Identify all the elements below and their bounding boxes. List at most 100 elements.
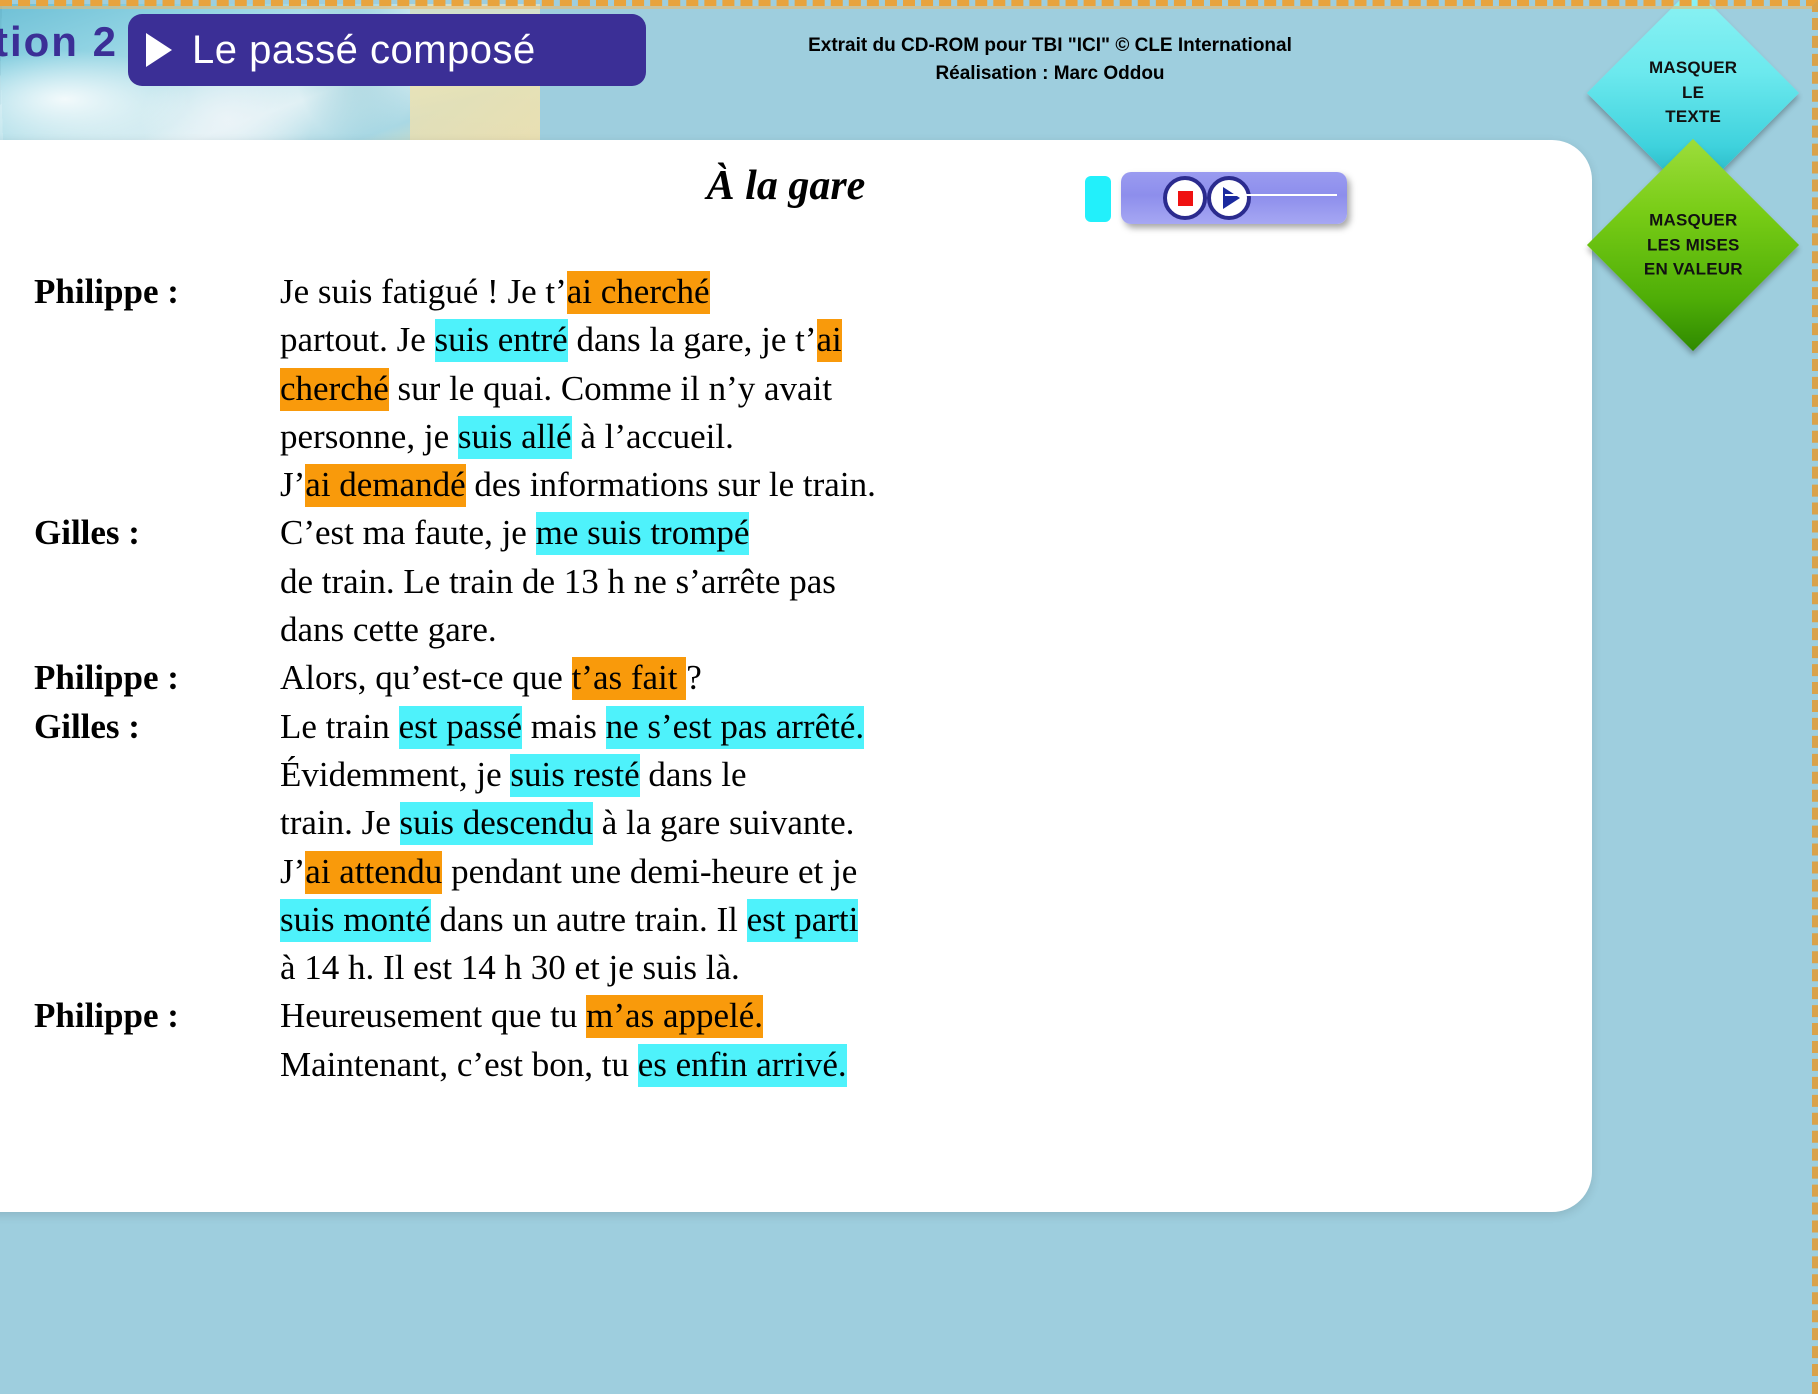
hide-text-line-1: MASQUER bbox=[1648, 58, 1738, 78]
dialogue-line: Alors, qu’est-ce que t’as fait ? bbox=[280, 654, 1592, 702]
hide-highlights-line-3: EN VALEUR bbox=[1643, 259, 1743, 279]
hide-text-line-2: LE bbox=[1681, 82, 1705, 102]
plain-text: Je suis fatigué ! Je t’ bbox=[280, 272, 567, 311]
plain-text: Évidemment, je bbox=[280, 754, 511, 794]
plain-text: Alors, qu’est-ce que bbox=[280, 658, 572, 698]
highlight-etre-verb[interactable]: suis monté bbox=[280, 898, 431, 942]
document-card: À la gare Philippe : Je suis fatigué ! Je… bbox=[0, 140, 1592, 1212]
dialogue-line: J’ai demandé des informations sur le tra… bbox=[280, 461, 1592, 509]
lesson-title-label: Le passé composé bbox=[192, 27, 536, 72]
lesson-title-pill: Le passé composé bbox=[128, 14, 646, 86]
plain-text: partout. Je bbox=[280, 320, 435, 360]
credit-line-source: Extrait du CD-ROM pour TBI "ICI" © CLE I… bbox=[808, 35, 1292, 56]
highlight-etre-verb[interactable]: suis descendu bbox=[399, 802, 593, 846]
plain-text: de train. Le train de 13 h ne s’arrête p… bbox=[280, 561, 836, 601]
hide-text-line-3: TEXTE bbox=[1665, 107, 1721, 127]
plain-text: des informations sur le train. bbox=[465, 465, 876, 505]
highlight-avoir-verb[interactable]: ai cherché bbox=[566, 271, 710, 314]
speaker-label: Gilles : bbox=[34, 706, 140, 746]
stop-icon bbox=[1177, 190, 1193, 206]
speaker-label: Philippe : bbox=[34, 996, 179, 1036]
dialogue-line: partout. Je suis entré dans la gare, je … bbox=[280, 316, 1592, 364]
plain-text: C’est ma faute, je bbox=[280, 513, 536, 553]
dialogue-line: dans cette gare. bbox=[280, 606, 1592, 654]
play-icon bbox=[1223, 187, 1240, 209]
dialogue-line: de train. Le train de 13 h ne s’arrête p… bbox=[280, 558, 1592, 606]
dialogue-turn: Philippe : Je suis fatigué ! Je t’ai cher… bbox=[0, 268, 1592, 509]
dialogue-turn: Gilles : Le train est passé mais ne s’est… bbox=[0, 703, 1592, 993]
highlight-avoir-verb[interactable]: m’as appelé. bbox=[586, 995, 764, 1039]
dialogue-line: suis monté dans un autre train. Il est p… bbox=[280, 896, 1592, 944]
turn-text: Alors, qu’est-ce que t’as fait ? bbox=[280, 654, 1592, 702]
credits-block: Extrait du CD-ROM pour TBI "ICI" © CLE I… bbox=[700, 32, 1400, 87]
plain-text: ? bbox=[686, 658, 702, 698]
plain-text: à la gare suivante. bbox=[593, 803, 855, 843]
dialogue-turn: Philippe : Heureusement que tu m’as appel… bbox=[0, 992, 1592, 1089]
stop-button[interactable] bbox=[1163, 176, 1207, 220]
dialogue-line: à 14 h. Il est 14 h 30 et je suis là. bbox=[280, 944, 1592, 992]
dialogue-line: Heureusement que tu m’as appelé. bbox=[280, 992, 1592, 1040]
audio-player-tab[interactable] bbox=[1085, 176, 1111, 222]
plain-text: J’ bbox=[280, 851, 306, 891]
plain-text: dans cette gare. bbox=[280, 610, 497, 650]
play-triangle-icon bbox=[146, 33, 172, 67]
dialogue-line: Je suis fatigué ! Je t’ai cherché bbox=[280, 268, 1592, 316]
highlight-etre-verb[interactable]: ne s’est pas arrêté. bbox=[605, 705, 865, 749]
highlight-avoir-verb[interactable]: ai bbox=[816, 319, 842, 363]
turn-text: Le train est passé mais ne s’est pas arr… bbox=[280, 703, 1592, 993]
turn-text: C’est ma faute, je me suis trompé de trai… bbox=[280, 509, 1592, 654]
plain-text: à l’accueil. bbox=[571, 416, 734, 456]
plain-text: J’ bbox=[280, 465, 306, 505]
highlight-etre-verb[interactable]: est passé bbox=[398, 705, 523, 749]
dialogue-line: J’ai attendu pendant une demi-heure et j… bbox=[280, 848, 1592, 896]
highlight-etre-verb[interactable]: es enfin arrivé. bbox=[637, 1043, 847, 1087]
highlight-etre-verb[interactable]: suis entré bbox=[434, 319, 568, 363]
plain-text: personne, je bbox=[280, 416, 458, 456]
highlight-avoir-verb[interactable]: ai demandé bbox=[305, 464, 466, 508]
dialogue-line: Évidemment, je suis resté dans le bbox=[280, 751, 1592, 799]
highlight-avoir-verb[interactable]: ai attendu bbox=[305, 850, 443, 894]
highlight-avoir-verb[interactable]: t’as fait bbox=[571, 657, 687, 701]
hide-highlights-button-label: MASQUER LES MISES EN VALEUR bbox=[1644, 208, 1743, 282]
hide-highlights-button[interactable]: MASQUER LES MISES EN VALEUR bbox=[1586, 138, 1800, 352]
credit-line-author: Réalisation : Marc Oddou bbox=[935, 62, 1165, 84]
dialogue-turn: Philippe : Alors, qu’est-ce que t’as fait… bbox=[0, 654, 1592, 702]
plain-text: dans le bbox=[639, 754, 747, 794]
highlight-etre-verb[interactable]: me suis trompé bbox=[535, 512, 750, 556]
highlight-avoir-verb[interactable]: cherché bbox=[280, 367, 389, 411]
plain-text: Maintenant, c’est bon, tu bbox=[280, 1044, 638, 1084]
speaker-label: Philippe : bbox=[34, 272, 179, 311]
turn-text: Je suis fatigué ! Je t’ai cherché partout… bbox=[280, 268, 1592, 509]
document-title: À la gare bbox=[706, 163, 866, 209]
highlight-etre-verb[interactable]: suis allé bbox=[457, 415, 572, 459]
plain-text: Le train bbox=[280, 706, 399, 746]
speaker-label: Philippe : bbox=[34, 658, 179, 698]
highlight-etre-verb[interactable]: suis resté bbox=[510, 753, 640, 797]
dialogue-line: cherché sur le quai. Comme il n’y avait bbox=[280, 365, 1592, 413]
turn-text: Heureusement que tu m’as appelé. Maintena… bbox=[280, 992, 1592, 1089]
dialogue-line: Maintenant, c’est bon, tu es enfin arriv… bbox=[280, 1041, 1592, 1089]
hide-text-button-label: MASQUER LE TEXTE bbox=[1649, 56, 1737, 130]
hide-highlights-line-2: LES MISES bbox=[1646, 234, 1740, 254]
hide-highlights-line-1: MASQUER bbox=[1648, 210, 1738, 230]
plain-text: mais bbox=[522, 706, 606, 746]
dialogue-line: train. Je suis descendu à la gare suivan… bbox=[280, 799, 1592, 847]
dialogue-line: C’est ma faute, je me suis trompé bbox=[280, 509, 1592, 557]
lesson-number: tion 2 bbox=[0, 18, 118, 65]
dialogue-transcript: Philippe : Je suis fatigué ! Je t’ai cher… bbox=[0, 268, 1592, 1089]
audio-player-body bbox=[1121, 172, 1347, 224]
plain-text: à 14 h. Il est 14 h 30 et je suis là. bbox=[280, 948, 740, 988]
plain-text: dans un autre train. Il bbox=[430, 899, 747, 939]
plain-text: Heureusement que tu bbox=[280, 996, 587, 1036]
dialogue-line: Le train est passé mais ne s’est pas arr… bbox=[280, 703, 1592, 751]
dialogue-line: personne, je suis allé à l’accueil. bbox=[280, 413, 1592, 461]
audio-progress-bar[interactable] bbox=[1225, 194, 1337, 196]
dialogue-turn: Gilles : C’est ma faute, je me suis tromp… bbox=[0, 509, 1592, 654]
plain-text: train. Je bbox=[280, 803, 400, 843]
plain-text: sur le quai. Comme il n’y avait bbox=[388, 368, 833, 408]
highlight-etre-verb[interactable]: est parti bbox=[746, 898, 859, 942]
play-button[interactable] bbox=[1207, 176, 1251, 220]
plain-text: pendant une demi-heure et je bbox=[442, 851, 858, 891]
speaker-label: Gilles : bbox=[34, 513, 140, 553]
audio-player[interactable] bbox=[1085, 172, 1347, 224]
